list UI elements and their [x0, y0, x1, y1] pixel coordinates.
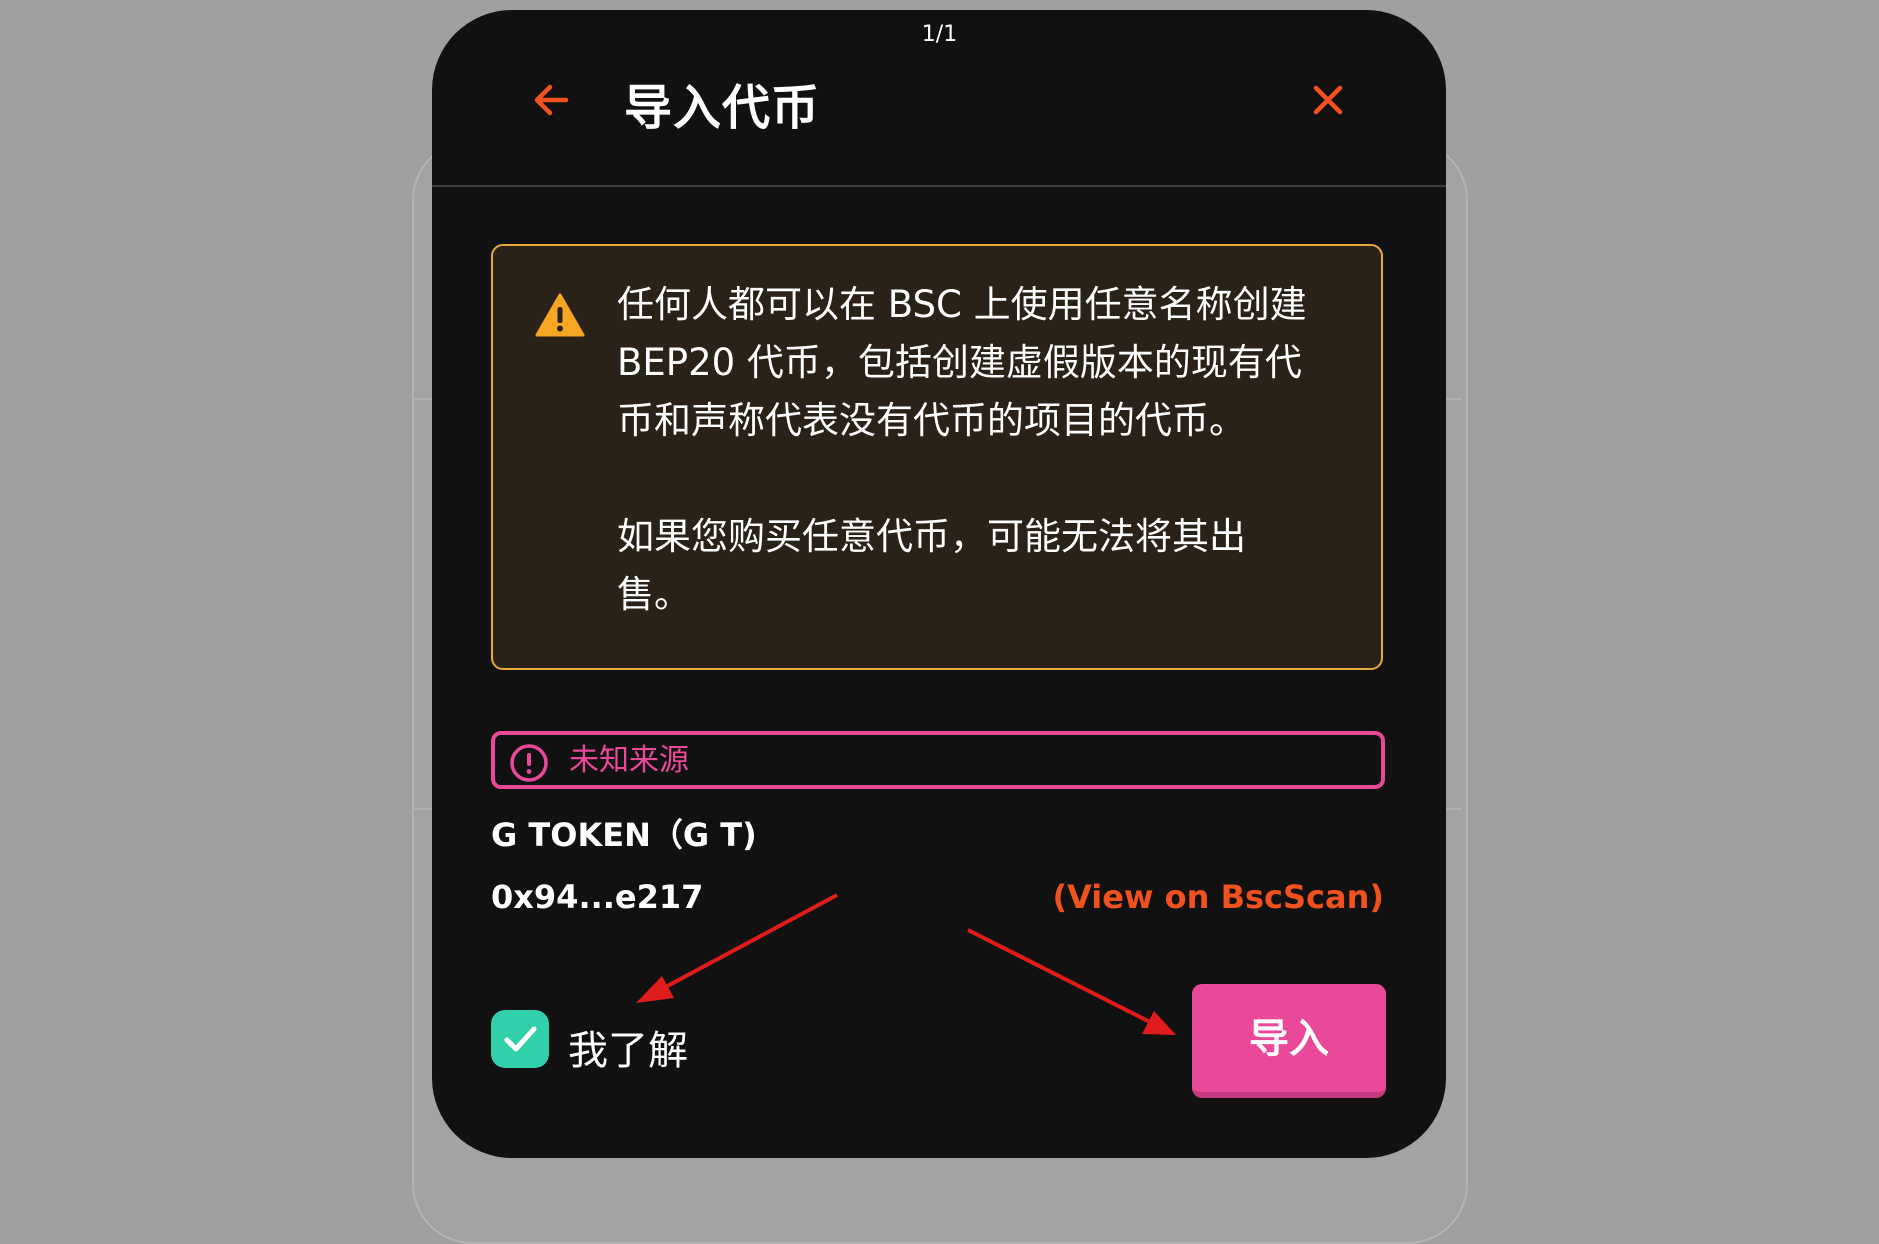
warning-line: BEP20 代币，包括创建虚假版本的现有代	[617, 341, 1302, 384]
modal-title: 导入代币	[624, 80, 821, 136]
warning-line: 币和声称代表没有代币的项目的代币。	[617, 399, 1246, 442]
warning-line: 如果您购买任意代币，可能无法将其出	[617, 515, 1246, 558]
page-counter: 1/1	[921, 22, 958, 47]
close-icon	[1313, 85, 1343, 115]
back-button[interactable]	[528, 76, 576, 124]
unknown-source-badge: 未知来源	[491, 731, 1385, 789]
view-on-bscscan-link[interactable]: (View on BscScan)	[1052, 878, 1384, 916]
warning-line: 任何人都可以在 BSC 上使用任意名称创建	[617, 283, 1307, 326]
warning-text: 任何人都可以在 BSC 上使用任意名称创建 BEP20 代币，包括创建虚假版本的…	[617, 276, 1347, 624]
warning-box: 任何人都可以在 BSC 上使用任意名称创建 BEP20 代币，包括创建虚假版本的…	[491, 244, 1383, 670]
exclamation-circle-icon	[510, 744, 548, 782]
acknowledge-label[interactable]: 我了解	[568, 1018, 688, 1076]
warning-line: 售。	[617, 573, 691, 616]
acknowledge-checkbox[interactable]	[491, 1010, 549, 1068]
unknown-source-label: 未知来源	[569, 743, 689, 778]
warning-triangle-icon	[535, 293, 585, 337]
import-token-modal: 导入代币 任何人都可以在 BSC 上使用任意名称创建 BEP20 代币，包括创建…	[432, 10, 1446, 1158]
checkmark-icon	[504, 1026, 537, 1052]
token-address: 0x94...e217	[491, 878, 704, 916]
close-button[interactable]	[1308, 80, 1348, 120]
arrow-left-icon	[534, 84, 569, 116]
import-button[interactable]: 导入	[1192, 984, 1386, 1098]
token-name: G TOKEN（G T)	[491, 816, 757, 854]
